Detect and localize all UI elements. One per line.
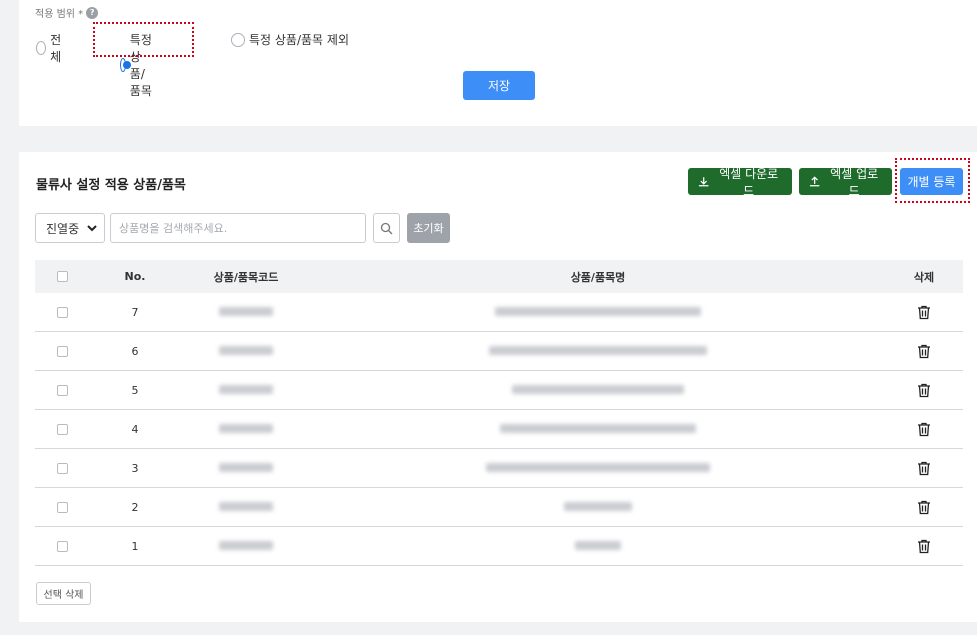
status-select[interactable]: 진열중 <box>35 213 105 243</box>
trash-icon[interactable] <box>917 500 931 515</box>
save-button[interactable]: 저장 <box>463 71 535 100</box>
trash-icon[interactable] <box>917 305 931 320</box>
row-no: 3 <box>131 461 139 475</box>
row-checkbox[interactable] <box>56 540 68 552</box>
trash-icon[interactable] <box>917 344 931 359</box>
row-code-redacted <box>219 306 273 316</box>
search-icon <box>380 222 393 234</box>
table-row: 3 <box>35 449 963 488</box>
row-checkbox[interactable] <box>56 306 68 318</box>
radio-circle-icon[interactable] <box>36 41 47 55</box>
table-row: 2 <box>35 488 963 527</box>
product-table: No. 상품/품목코드 상품/품목명 삭제 7 6 5 4 3 2 1 <box>35 260 963 566</box>
trash-icon[interactable] <box>917 422 931 437</box>
row-code-redacted <box>219 462 273 472</box>
table-header: No. 상품/품목코드 상품/품목명 삭제 <box>35 260 963 293</box>
radio-specific-label: 특정 상품/품목 <box>129 33 152 98</box>
radio-all[interactable]: 전체 <box>36 31 65 65</box>
excel-upload-button[interactable]: 엑셀 업로드 <box>799 167 892 198</box>
radio-exclude[interactable]: 특정 상품/품목 제외 <box>231 31 349 48</box>
header-name: 상품/품목명 <box>570 270 626 284</box>
table-row: 7 <box>35 293 963 332</box>
row-checkbox[interactable] <box>56 501 68 513</box>
header-delete: 삭제 <box>913 270 935 284</box>
row-code-redacted <box>219 540 273 550</box>
header-code: 상품/품목코드 <box>213 270 279 284</box>
table-row: 4 <box>35 410 963 449</box>
upload-icon <box>809 175 820 186</box>
row-checkbox[interactable] <box>56 345 68 357</box>
register-button[interactable]: 개별 등록 <box>900 168 963 195</box>
excel-download-button[interactable]: 엑셀 다운로드 <box>688 167 792 198</box>
radio-exclude-label: 특정 상품/품목 제외 <box>249 33 349 47</box>
reset-button[interactable]: 초기화 <box>407 213 450 243</box>
row-no: 2 <box>131 500 139 514</box>
trash-icon[interactable] <box>917 539 931 554</box>
help-icon[interactable]: ? <box>86 6 99 19</box>
row-code-redacted <box>219 384 273 394</box>
trash-icon[interactable] <box>917 383 931 398</box>
radio-circle-icon[interactable] <box>231 32 245 47</box>
download-icon <box>698 176 709 186</box>
radio-circle-selected-icon[interactable] <box>120 58 131 72</box>
row-no: 4 <box>131 422 139 436</box>
row-name-redacted <box>511 384 685 394</box>
row-name-redacted <box>494 306 702 316</box>
excel-upload-label: 엑셀 업로드 <box>830 166 879 198</box>
trash-icon[interactable] <box>917 461 931 476</box>
row-checkbox[interactable] <box>56 384 68 396</box>
row-no: 6 <box>131 344 139 358</box>
row-checkbox[interactable] <box>56 423 68 435</box>
row-name-redacted <box>486 462 710 472</box>
row-name-redacted <box>563 501 633 511</box>
row-code-redacted <box>219 345 273 355</box>
table-row: 5 <box>35 371 963 410</box>
header-no: No. <box>124 270 146 283</box>
row-name-redacted <box>488 345 708 355</box>
scope-settings-card: 적용 범위 * ? 전체 특정 상품/품목 특정 상품/품목 제외 저장 <box>19 0 977 126</box>
row-no: 1 <box>131 539 139 553</box>
product-list-card: 물류사 설정 적용 상품/품목 엑셀 다운로드 엑셀 업로드 개별 등록 진열중… <box>19 152 977 622</box>
row-code-redacted <box>219 501 273 511</box>
chevron-down-icon <box>87 225 97 232</box>
table-body: 7 6 5 4 3 2 1 <box>35 293 963 566</box>
radio-specific[interactable]: 특정 상품/품목 <box>120 31 153 99</box>
select-all-checkbox[interactable] <box>56 271 68 282</box>
status-select-value: 진열중 <box>46 221 80 236</box>
row-no: 7 <box>131 305 139 319</box>
bulk-delete-button[interactable]: 선택 삭제 <box>36 582 91 605</box>
radio-all-label: 전체 <box>50 33 62 64</box>
scope-label: 적용 범위 * ? <box>35 5 99 20</box>
row-name-redacted <box>500 423 696 433</box>
row-code-redacted <box>219 423 273 433</box>
row-checkbox[interactable] <box>56 462 68 474</box>
search-button[interactable] <box>373 213 400 243</box>
search-input[interactable] <box>110 213 366 243</box>
excel-download-label: 엑셀 다운로드 <box>719 166 779 198</box>
scope-label-text: 적용 범위 * <box>35 9 84 20</box>
table-row: 6 <box>35 332 963 371</box>
row-name-redacted <box>575 540 621 550</box>
section-title: 물류사 설정 적용 상품/품목 <box>36 178 186 193</box>
row-no: 5 <box>131 383 139 397</box>
table-row: 1 <box>35 527 963 566</box>
